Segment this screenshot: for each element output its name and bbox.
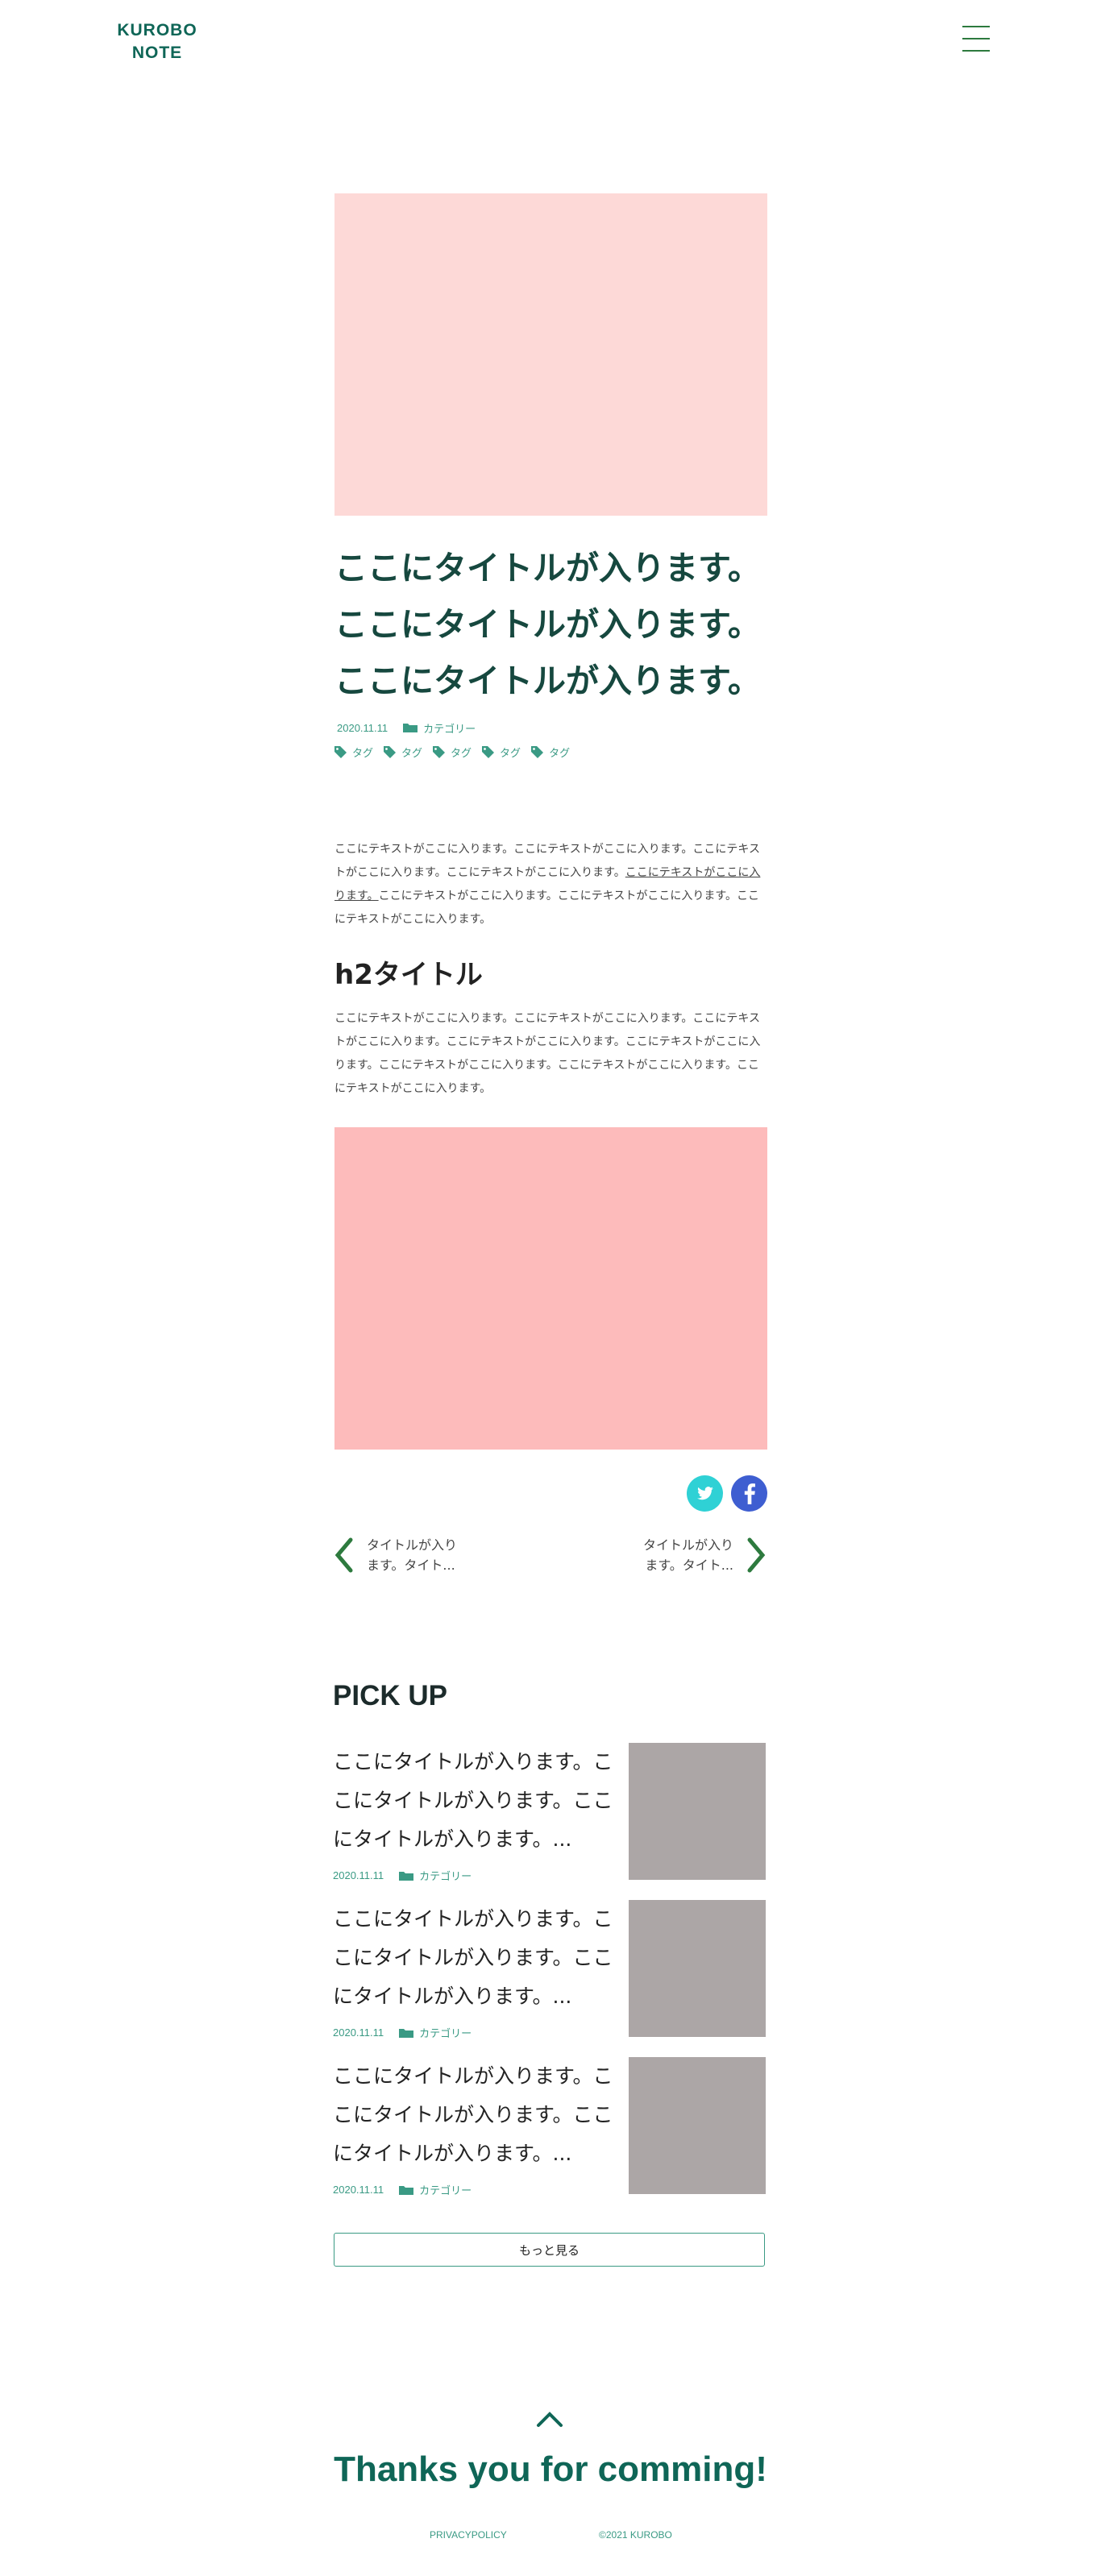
pickup-card-thumbnail bbox=[629, 2057, 766, 2194]
hamburger-icon[interactable] bbox=[962, 26, 990, 53]
logo-line-1: KUROBO bbox=[117, 21, 197, 39]
tag-list: タグ タグ タグ タグ タグ bbox=[334, 745, 570, 760]
chevron-left-icon bbox=[334, 1537, 353, 1573]
article-meta: 2020.11.11 カテゴリー bbox=[337, 719, 476, 736]
next-article-title: タイトルが入ります。タイト... bbox=[642, 1537, 733, 1573]
article-date: 2020.11.11 bbox=[337, 721, 388, 734]
tag-icon bbox=[433, 746, 446, 758]
pickup-heading: PICK UP bbox=[333, 1680, 447, 1711]
pickup-card-category[interactable]: カテゴリー bbox=[398, 2025, 472, 2040]
prev-article-link[interactable]: タイトルが入ります。タイト... bbox=[333, 1535, 463, 1575]
pickup-card-date: 2020.11.11 bbox=[333, 1869, 384, 1881]
folder-icon bbox=[403, 724, 418, 732]
pickup-card[interactable]: ここにタイトルが入ります。ここにタイトルが入ります。ここにタイトルが入ります。.… bbox=[333, 1900, 768, 2040]
chevron-up-icon[interactable] bbox=[535, 2409, 564, 2429]
tag-icon bbox=[384, 746, 397, 758]
facebook-icon bbox=[744, 1483, 755, 1504]
folder-icon bbox=[399, 2028, 414, 2038]
tag-label: タグ bbox=[401, 748, 423, 760]
thanks-message: Thanks you for comming! bbox=[334, 2449, 767, 2489]
tag-icon bbox=[334, 746, 347, 758]
category-label: カテゴリー bbox=[419, 1871, 472, 1883]
chevron-right-icon bbox=[747, 1537, 766, 1573]
tag-label: タグ bbox=[352, 748, 374, 760]
folder-icon bbox=[399, 2185, 414, 2195]
logo-line-2: NOTE bbox=[131, 44, 183, 62]
pickup-card-meta: 2020.11.11 カテゴリー bbox=[333, 2182, 472, 2197]
pickup-card-title: ここにタイトルが入ります。ここにタイトルが入ります。ここにタイトルが入ります。.… bbox=[333, 1907, 613, 2008]
copyright: ©2021 KUROBO bbox=[599, 2529, 672, 2541]
intro-text-2: ここにテキストがここに入ります。ここにテキストがここに入ります。ここにテキストが… bbox=[334, 890, 759, 926]
privacy-policy-link[interactable]: PRIVACYPOLICY bbox=[430, 2529, 507, 2541]
article-category[interactable]: カテゴリー bbox=[402, 720, 476, 736]
pickup-card-category[interactable]: カテゴリー bbox=[398, 2182, 472, 2197]
pickup-card-category[interactable]: カテゴリー bbox=[398, 1868, 472, 1883]
tag-label: タグ bbox=[451, 748, 472, 760]
pickup-card[interactable]: ここにタイトルが入ります。ここにタイトルが入ります。ここにタイトルが入ります。.… bbox=[333, 1743, 768, 1883]
folder-icon bbox=[399, 1871, 414, 1881]
tag-icon bbox=[482, 746, 495, 758]
share-facebook-button[interactable] bbox=[731, 1475, 767, 1512]
tag-item[interactable]: タグ bbox=[432, 745, 472, 760]
tag-item[interactable]: タグ bbox=[481, 745, 521, 760]
section-heading: h2タイトル bbox=[334, 959, 483, 991]
content-image bbox=[334, 1127, 767, 1450]
pickup-card-date: 2020.11.11 bbox=[333, 2184, 384, 2196]
article-title: ここにタイトルが入ります。ここにタイトルが入ります。ここにタイトルが入ります。 bbox=[334, 549, 761, 700]
pickup-card-thumbnail bbox=[629, 1900, 766, 2037]
category-label: カテゴリー bbox=[419, 2185, 472, 2197]
pickup-card[interactable]: ここにタイトルが入ります。ここにタイトルが入ります。ここにタイトルが入ります。.… bbox=[333, 2057, 768, 2197]
pickup-card-thumbnail bbox=[629, 1743, 766, 1880]
category-label: カテゴリー bbox=[419, 2028, 472, 2040]
pickup-card-title: ここにタイトルが入ります。ここにタイトルが入ります。ここにタイトルが入ります。.… bbox=[333, 1750, 613, 1851]
tag-label: タグ bbox=[549, 748, 571, 760]
pickup-card-meta: 2020.11.11 カテゴリー bbox=[333, 2025, 472, 2040]
twitter-icon bbox=[696, 1486, 713, 1500]
pickup-card-title: ここにタイトルが入ります。ここにタイトルが入ります。ここにタイトルが入ります。.… bbox=[333, 2064, 613, 2165]
hero-image bbox=[334, 193, 767, 516]
tag-label: タグ bbox=[500, 748, 521, 760]
tag-item[interactable]: タグ bbox=[334, 745, 373, 760]
site-logo[interactable]: KUROBO NOTE bbox=[113, 19, 202, 64]
tag-item[interactable]: タグ bbox=[383, 745, 422, 760]
tag-item[interactable]: タグ bbox=[530, 745, 570, 760]
see-more-button[interactable]: もっと見る bbox=[334, 2233, 765, 2267]
share-twitter-button[interactable] bbox=[687, 1475, 723, 1512]
category-label: カテゴリー bbox=[423, 723, 476, 736]
body-paragraph: ここにテキストがここに入ります。ここにテキストがここに入ります。ここにテキストが… bbox=[334, 1012, 761, 1095]
intro-paragraph: ここにテキストがここに入ります。ここにテキストがここに入ります。ここにテキストが… bbox=[334, 838, 768, 931]
pickup-card-meta: 2020.11.11 カテゴリー bbox=[333, 1868, 472, 1883]
next-article-link[interactable]: タイトルが入ります。タイト... bbox=[637, 1535, 767, 1575]
prev-article-title: タイトルが入ります。タイト... bbox=[367, 1537, 458, 1573]
tag-icon bbox=[531, 746, 544, 758]
pickup-card-date: 2020.11.11 bbox=[333, 2026, 384, 2039]
